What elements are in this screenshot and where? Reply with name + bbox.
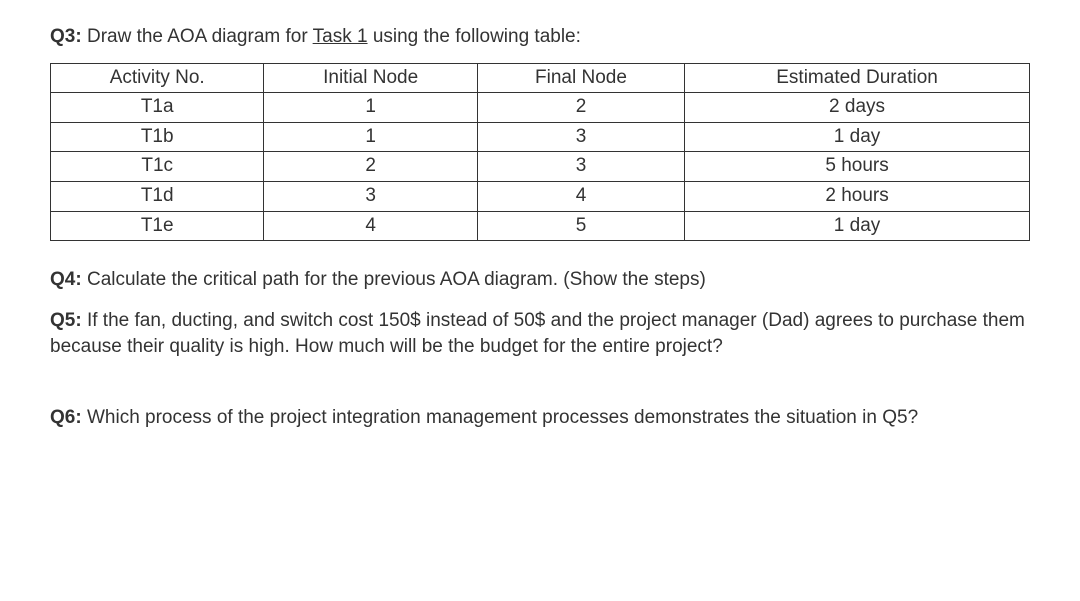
q6-label: Q6: xyxy=(50,407,82,428)
activity-table: Activity No. Initial Node Final Node Est… xyxy=(50,63,1030,242)
cell-activity: T1c xyxy=(51,152,264,182)
header-initial-node: Initial Node xyxy=(264,63,477,93)
table-row: T1c 2 3 5 hours xyxy=(51,152,1030,182)
cell-final: 3 xyxy=(477,152,684,182)
cell-initial: 1 xyxy=(264,122,477,152)
cell-activity: T1a xyxy=(51,93,264,123)
cell-initial: 3 xyxy=(264,181,477,211)
cell-final: 5 xyxy=(477,211,684,241)
cell-activity: T1e xyxy=(51,211,264,241)
q3-text-before: Draw the AOA diagram for xyxy=(82,26,313,47)
question-4: Q4: Calculate the critical path for the … xyxy=(50,267,1030,294)
q4-text: Calculate the critical path for the prev… xyxy=(82,269,706,290)
table-row: T1a 1 2 2 days xyxy=(51,93,1030,123)
cell-final: 3 xyxy=(477,122,684,152)
cell-initial: 1 xyxy=(264,93,477,123)
cell-duration: 5 hours xyxy=(685,152,1030,182)
cell-initial: 2 xyxy=(264,152,477,182)
cell-final: 4 xyxy=(477,181,684,211)
q4-label: Q4: xyxy=(50,269,82,290)
cell-duration: 2 days xyxy=(685,93,1030,123)
q5-label: Q5: xyxy=(50,310,82,331)
header-activity-no: Activity No. xyxy=(51,63,264,93)
q5-text: If the fan, ducting, and switch cost 150… xyxy=(50,310,1025,358)
table-header-row: Activity No. Initial Node Final Node Est… xyxy=(51,63,1030,93)
question-6: Q6: Which process of the project integra… xyxy=(50,405,1030,432)
cell-activity: T1b xyxy=(51,122,264,152)
table-row: T1e 4 5 1 day xyxy=(51,211,1030,241)
question-5: Q5: If the fan, ducting, and switch cost… xyxy=(50,308,1030,361)
cell-duration: 1 day xyxy=(685,211,1030,241)
q3-task-link: Task 1 xyxy=(313,26,368,47)
q3-text-after: using the following table: xyxy=(368,26,581,47)
header-final-node: Final Node xyxy=(477,63,684,93)
question-3: Q3: Draw the AOA diagram for Task 1 usin… xyxy=(50,24,1030,51)
table-row: T1d 3 4 2 hours xyxy=(51,181,1030,211)
cell-duration: 2 hours xyxy=(685,181,1030,211)
cell-duration: 1 day xyxy=(685,122,1030,152)
cell-final: 2 xyxy=(477,93,684,123)
q6-text: Which process of the project integration… xyxy=(82,407,918,428)
cell-activity: T1d xyxy=(51,181,264,211)
cell-initial: 4 xyxy=(264,211,477,241)
header-estimated-duration: Estimated Duration xyxy=(685,63,1030,93)
q3-label: Q3: xyxy=(50,26,82,47)
table-row: T1b 1 3 1 day xyxy=(51,122,1030,152)
